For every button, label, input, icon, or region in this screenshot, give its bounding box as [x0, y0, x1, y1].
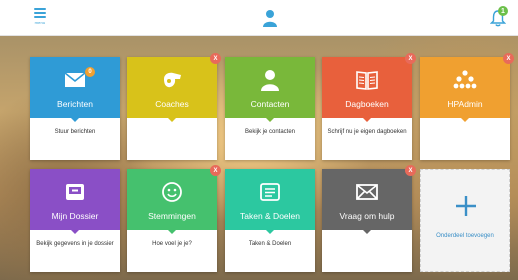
top-bar: menu 1 [0, 0, 518, 36]
tile-description: Bekijk je contacten [244, 129, 296, 135]
notifications-button[interactable]: 1 [489, 6, 508, 29]
tile-coaches[interactable]: Coaches X [127, 53, 221, 160]
pointer [168, 118, 176, 122]
tile-header: Coaches [127, 57, 217, 118]
tile-vraag-om-hulp[interactable]: Vraag om hulp X [322, 165, 416, 272]
tile-title: Coaches [155, 99, 189, 109]
tile-title: Taken & Doelen [239, 211, 300, 221]
remove-tile-button[interactable]: X [405, 53, 416, 64]
tile-berichten[interactable]: 0 Berichten Stuur berichten [30, 57, 120, 160]
pointer [266, 230, 274, 234]
envelope-icon [356, 184, 378, 200]
tile-title: Vraag om hulp [339, 211, 395, 221]
pointer [461, 118, 469, 122]
tile-title: Stemmingen [148, 211, 196, 221]
menu-button[interactable]: menu [28, 8, 52, 30]
tile-contacten[interactable]: Contacten Bekijk je contacten [225, 57, 315, 160]
envelope-icon [64, 72, 86, 87]
book-icon [356, 71, 378, 90]
pointer [363, 118, 371, 122]
tile-header: Mijn Dossier [30, 169, 120, 230]
remove-tile-button[interactable]: X [503, 53, 514, 64]
person-icon [261, 70, 279, 91]
tile-description: Bekijk gegevens in je dossier [36, 241, 114, 247]
user-icon [263, 10, 277, 27]
remove-tile-button[interactable]: X [405, 165, 416, 176]
notification-badge: 1 [498, 6, 508, 16]
menu-label: menu [34, 20, 46, 25]
remove-tile-button[interactable]: X [210, 165, 221, 176]
pointer [168, 230, 176, 234]
tile-hpadmin[interactable]: HPAdmin X [420, 53, 514, 160]
tile-description: Taken & Doelen [248, 241, 292, 247]
tile-header: Dagboeken [322, 57, 412, 118]
tile-title: Berichten [57, 99, 93, 109]
smiley-icon [162, 182, 182, 202]
pointer [363, 230, 371, 234]
org-chart-icon [453, 70, 477, 89]
tile-title: Dagboeken [345, 99, 389, 109]
tile-header: Stemmingen [127, 169, 217, 230]
plus-icon [456, 196, 476, 216]
hamburger-icon [34, 8, 46, 18]
remove-tile-button[interactable]: X [210, 53, 221, 64]
add-tile-button[interactable]: Onderdeel toevoegen [420, 169, 510, 272]
pointer [71, 118, 79, 122]
pointer [266, 118, 274, 122]
tile-description: Stuur berichten [54, 129, 96, 135]
tile-header: HPAdmin [420, 57, 510, 118]
tile-stemmingen[interactable]: Stemmingen Hoe voel je je? X [127, 165, 221, 272]
tile-description: Schrijf nu je eigen dagboeken [327, 129, 407, 135]
tile-taken-doelen[interactable]: Taken & Doelen Taken & Doelen [225, 169, 315, 272]
tile-title: Contacten [250, 99, 290, 109]
tile-header: Taken & Doelen [225, 169, 315, 230]
tile-header: Vraag om hulp [322, 169, 412, 230]
tile-mijn-dossier[interactable]: Mijn Dossier Bekijk gegevens in je dossi… [30, 169, 120, 272]
whistle-icon [164, 72, 181, 88]
add-tile-label: Onderdeel toevoegen [436, 233, 494, 239]
tasks-icon [260, 183, 280, 201]
tile-header: Contacten [225, 57, 315, 118]
count-badge: 0 [85, 67, 95, 77]
tile-title: Mijn Dossier [51, 211, 99, 221]
user-button[interactable] [262, 9, 278, 27]
tile-dagboeken[interactable]: Dagboeken Schrijf nu je eigen dagboeken … [322, 53, 416, 160]
dossier-icon [66, 184, 84, 200]
tile-header: 0 Berichten [30, 57, 120, 118]
pointer [71, 230, 79, 234]
tile-title: HPAdmin [447, 99, 483, 109]
tile-description: Hoe voel je je? [152, 241, 192, 247]
